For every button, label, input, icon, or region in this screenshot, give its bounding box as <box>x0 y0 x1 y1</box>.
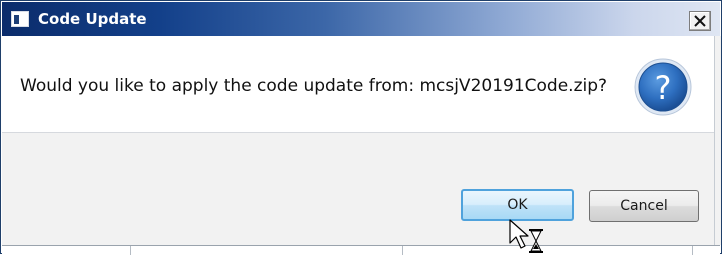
title-bar[interactable]: Code Update <box>2 2 720 36</box>
question-glyph: ? <box>655 69 672 107</box>
dialog-window: Code Update Would you like to apply the … <box>0 0 722 255</box>
button-area <box>2 133 720 245</box>
question-mark-icon: ? <box>633 57 693 121</box>
window-title: Code Update <box>38 10 147 28</box>
close-button[interactable] <box>689 11 711 31</box>
window-edge <box>714 36 721 245</box>
dialog-message: Would you like to apply the code update … <box>20 76 608 96</box>
ok-button[interactable]: OK <box>461 189 574 221</box>
busy-arrow-hourglass-cursor <box>509 219 549 259</box>
cancel-button[interactable]: Cancel <box>589 190 699 222</box>
app-window-icon <box>11 11 29 27</box>
close-x-icon <box>694 15 706 27</box>
